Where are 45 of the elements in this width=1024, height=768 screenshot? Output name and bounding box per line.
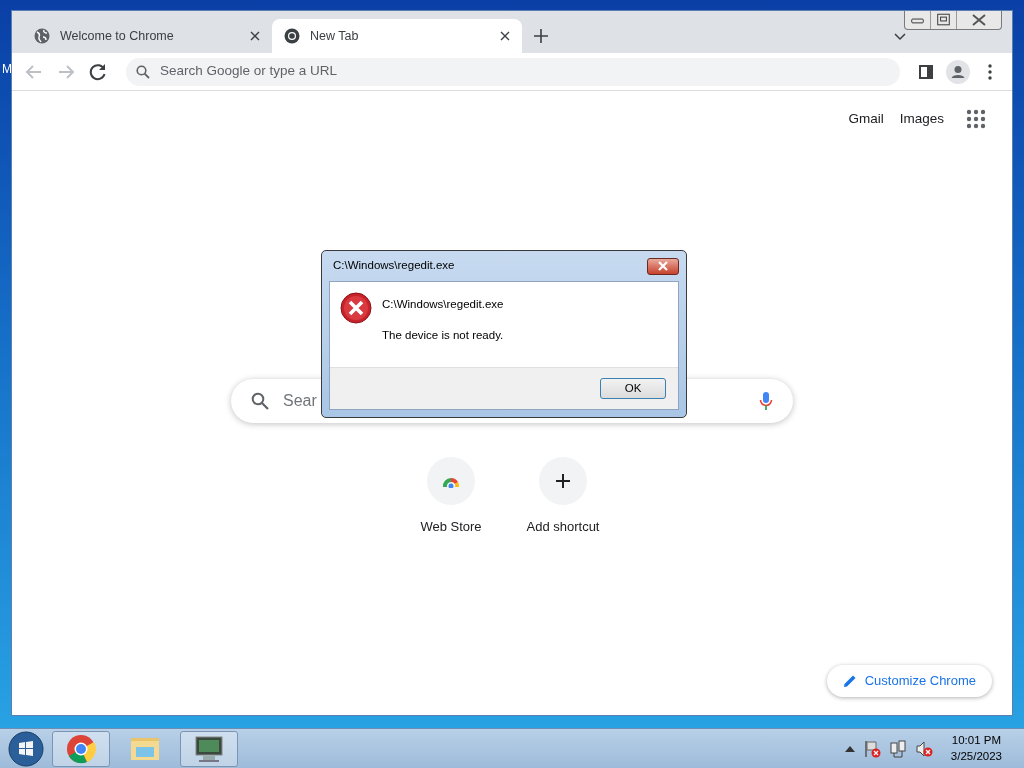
apps-grid-icon[interactable]: [966, 109, 986, 130]
desktop-icon-label[interactable]: M: [2, 60, 12, 78]
close-icon[interactable]: [250, 31, 260, 41]
muted-speaker-icon[interactable]: [914, 739, 933, 758]
search-icon: [136, 64, 150, 79]
search-placeholder: Sear: [283, 392, 317, 410]
ok-button[interactable]: OK: [600, 378, 666, 399]
header-link[interactable]: Images: [899, 109, 944, 130]
up-arrow-icon[interactable]: [844, 745, 855, 752]
clock[interactable]: 10:01 PM 3/25/2023: [950, 733, 1002, 764]
dialog-heading: C:\Windows\regedit.exe: [382, 297, 504, 312]
customize-chrome-button[interactable]: Customize Chrome: [826, 665, 992, 697]
tab-title: Welcome to Chrome: [60, 27, 175, 45]
dialog-title: C:\Windows\regedit.exe: [333, 258, 455, 274]
globe-icon: [34, 28, 50, 44]
network-icon[interactable]: [888, 739, 907, 758]
clock-time: 10:01 PM: [951, 733, 1002, 748]
close-icon: [657, 261, 669, 271]
address-placeholder: Search Google or type a URL: [160, 62, 338, 81]
pencil-icon: [842, 674, 857, 688]
dialog-message: The device is not ready.: [382, 328, 504, 344]
taskbar-app-button[interactable]: [180, 730, 238, 767]
taskbar-app-button[interactable]: [52, 730, 110, 767]
profile-avatar-icon[interactable]: [946, 59, 970, 84]
new-tab-icon[interactable]: [534, 29, 548, 43]
shortcut-label: Add shortcut: [526, 518, 600, 537]
start-button[interactable]: [6, 729, 46, 768]
search-icon: [251, 392, 269, 411]
shortcut-tile[interactable]: Add shortcut: [519, 457, 607, 537]
chrome-icon: [284, 28, 300, 44]
clock-date: 3/25/2023: [950, 748, 1002, 764]
address-bar[interactable]: Search Google or type a URL: [126, 57, 900, 86]
header-link[interactable]: Gmail: [848, 109, 884, 130]
browser-tab[interactable]: Welcome to Chrome: [22, 19, 272, 53]
tab-title: New Tab: [310, 27, 360, 45]
shortcut-label: Web Store: [420, 518, 482, 537]
close-icon[interactable]: [500, 31, 510, 41]
chevron-down-icon[interactable]: [894, 33, 906, 41]
dialog-close-button[interactable]: [647, 257, 679, 275]
browser-tab[interactable]: New Tab: [272, 19, 522, 53]
error-icon: [340, 292, 372, 324]
plus-icon: [555, 473, 571, 490]
microphone-icon[interactable]: [759, 391, 773, 412]
shortcut-tile[interactable]: Web Store: [407, 457, 495, 537]
flag-icon[interactable]: [862, 739, 881, 758]
